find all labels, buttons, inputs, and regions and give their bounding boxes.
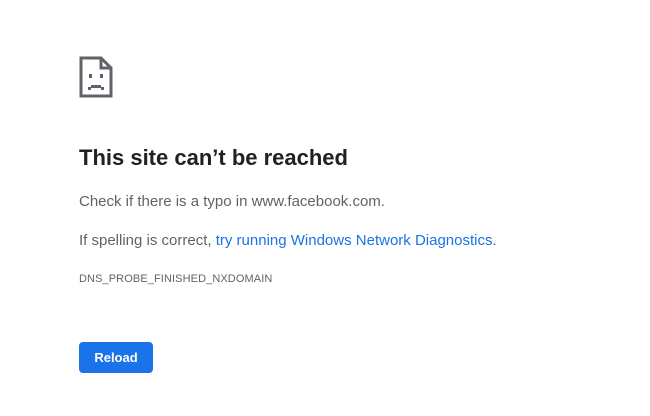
error-code: DNS_PROBE_FINISHED_NXDOMAIN <box>79 273 273 285</box>
spelling-message: If spelling is correct, try running Wind… <box>79 232 497 249</box>
typo-message: Check if there is a typo in www.facebook… <box>79 193 385 210</box>
reload-button[interactable]: Reload <box>79 342 153 373</box>
page-title: This site can’t be reached <box>79 145 348 170</box>
sad-page-icon <box>79 56 113 98</box>
error-page: This site can’t be reached Check if ther… <box>0 0 650 416</box>
spelling-message-prefix: If spelling is correct, <box>79 232 216 249</box>
diagnostics-link[interactable]: try running Windows Network Diagnostics <box>216 232 493 249</box>
spelling-message-suffix: . <box>492 232 497 249</box>
